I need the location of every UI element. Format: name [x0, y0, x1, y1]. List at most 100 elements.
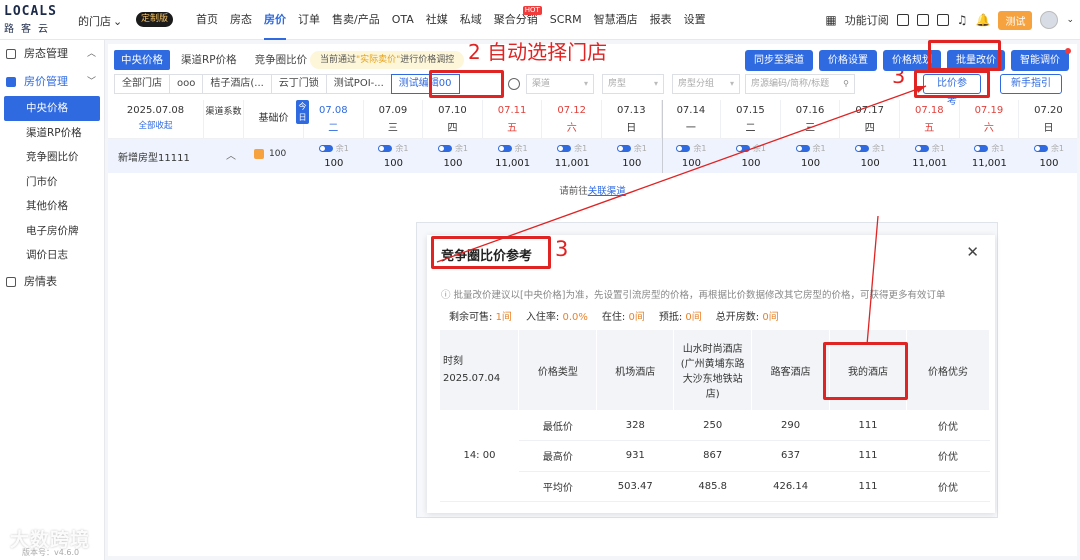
nav-item-1[interactable]: 房态 — [224, 0, 258, 40]
price-cell[interactable]: 余1 100 — [602, 139, 662, 173]
price-cell[interactable]: 余1 100 — [662, 139, 722, 173]
room-type-select[interactable]: 房型 ▾ — [602, 74, 664, 94]
store-chip-4[interactable]: 测试POI-... — [325, 74, 392, 94]
toggle-switch[interactable] — [557, 145, 572, 152]
base-price-cell[interactable]: 100 — [254, 149, 286, 159]
action-button-0[interactable]: 同步至渠道 — [745, 50, 813, 71]
sidebar-group-room-status[interactable]: 房态管理 ︿ — [0, 40, 104, 68]
avatar[interactable] — [1040, 11, 1059, 29]
date-column-5[interactable]: 07.13 日 — [602, 100, 662, 138]
store-selector[interactable]: 的门店 ⌄ — [78, 13, 122, 29]
message-icon[interactable] — [896, 14, 909, 26]
action-button-4[interactable]: 智能调价 — [1011, 48, 1071, 71]
chevron-up-icon[interactable]: ︿ — [226, 147, 236, 162]
edit-icon[interactable] — [936, 14, 949, 26]
toggle-switch[interactable] — [318, 145, 333, 152]
nav-item-0[interactable]: 首页 — [190, 0, 224, 40]
nav-item-5[interactable]: OTA — [386, 0, 420, 40]
nav-item-11[interactable]: 报表 — [644, 0, 678, 40]
action-button-1[interactable]: 价格设置 — [819, 50, 877, 71]
price-cell[interactable]: 余1 100 — [364, 139, 424, 173]
price-cell[interactable]: 余1 100 — [1019, 139, 1079, 173]
price-cell[interactable]: 余1 11,001 — [483, 139, 543, 173]
toggle-switch[interactable] — [1033, 145, 1048, 152]
channel-select[interactable]: 渠道 ▾ — [526, 74, 594, 94]
date-column-12[interactable]: 07.20 日 — [1019, 100, 1079, 138]
date-picker-header[interactable]: 2025.07.08 全部收起 — [108, 100, 204, 138]
sidebar-item-2[interactable]: 竞争圈比价 — [0, 145, 104, 170]
price-cell[interactable]: 余1 100 — [304, 139, 364, 173]
date-column-10[interactable]: 07.18 五 — [900, 100, 960, 138]
toggle-switch[interactable] — [735, 145, 750, 152]
toggle-switch[interactable] — [616, 145, 631, 152]
date-column-8[interactable]: 07.16 三 — [781, 100, 841, 138]
sidebar-group-room-report[interactable]: 房情表 — [0, 268, 104, 296]
price-cell[interactable]: 余1 100 — [721, 139, 781, 173]
sidebar-item-0[interactable]: 中央价格 — [4, 96, 100, 121]
room-group-select[interactable]: 房型分组 ▾ — [672, 74, 740, 94]
store-chip-1[interactable]: ooo — [169, 74, 204, 94]
toggle-switch[interactable] — [676, 145, 691, 152]
price-cell[interactable]: 余1 100 — [840, 139, 900, 173]
nav-item-12[interactable]: 设置 — [678, 0, 712, 40]
selected-date[interactable]: 2025.07.08 — [108, 105, 203, 116]
date-column-4[interactable]: 07.12 六 — [542, 100, 602, 138]
sidebar-item-1[interactable]: 渠道RP价格 — [0, 121, 104, 146]
new-user-guide-button[interactable]: 新手指引 — [1000, 74, 1062, 94]
notice-highlight[interactable]: "实际卖价" — [356, 55, 400, 65]
date-column-1[interactable]: 07.09 三 — [364, 100, 424, 138]
chevron-down-icon[interactable]: ⌄ — [1066, 15, 1074, 25]
price-cell[interactable]: 余1 11,001 — [542, 139, 602, 173]
nav-item-6[interactable]: 社媒 — [420, 0, 454, 40]
sidebar-item-5[interactable]: 电子房价牌 — [0, 219, 104, 244]
gear-icon[interactable] — [508, 78, 520, 90]
headset-icon[interactable]: ♫ — [957, 13, 968, 27]
toggle-switch[interactable] — [855, 145, 870, 152]
date-column-2[interactable]: 07.10 四 — [423, 100, 483, 138]
price-cell[interactable]: 余1 100 — [781, 139, 841, 173]
toggle-switch[interactable] — [974, 145, 989, 152]
listing-search-input[interactable]: 房源编码/简称/标题 ⚲ — [745, 74, 855, 94]
nav-item-3[interactable]: 订单 — [292, 0, 326, 40]
store-chip-2[interactable]: 桔子酒店(... — [202, 74, 272, 94]
date-column-0[interactable]: 07.08 二 — [304, 100, 364, 138]
date-column-3[interactable]: 07.11 五 — [483, 100, 543, 138]
date-column-11[interactable]: 07.19 六 — [960, 100, 1020, 138]
price-cell[interactable]: 余1 11,001 — [900, 139, 960, 173]
sidebar-group-price[interactable]: 房价管理 ﹀ — [0, 68, 104, 96]
store-chip-3[interactable]: 云丁门锁 — [270, 74, 327, 94]
price-cell[interactable]: 余1 100 — [423, 139, 483, 173]
search-icon[interactable]: ⚲ — [843, 75, 849, 93]
tab-1[interactable]: 渠道RP价格 — [174, 50, 244, 70]
sidebar-item-6[interactable]: 调价日志 — [0, 243, 104, 268]
bell-icon[interactable]: 🔔 — [976, 13, 991, 27]
test-env-button[interactable]: 测试 — [998, 10, 1033, 30]
nav-item-2[interactable]: 房价 — [258, 0, 292, 40]
toggle-switch[interactable] — [378, 145, 393, 152]
link-channel-link[interactable]: 关联渠道 — [588, 186, 626, 197]
date-column-6[interactable]: 07.14 一 — [662, 100, 722, 138]
toggle-switch[interactable] — [437, 145, 452, 152]
locals-logo[interactable]: LOCALS 路客云 — [4, 4, 74, 35]
toggle-switch[interactable] — [795, 145, 810, 152]
nav-item-10[interactable]: 智慧酒店 — [588, 0, 644, 40]
tab-0[interactable]: 中央价格 — [114, 50, 170, 70]
nav-item-7[interactable]: 私域 — [454, 0, 488, 40]
nav-item-9[interactable]: SCRM — [544, 0, 588, 40]
subscription-link[interactable]: 功能订阅 — [845, 12, 889, 28]
date-column-7[interactable]: 07.15 二 — [721, 100, 781, 138]
close-icon[interactable]: ✕ — [966, 243, 979, 261]
nav-item-8[interactable]: 聚合分销 HOT — [488, 0, 544, 40]
toggle-switch[interactable] — [497, 145, 512, 152]
tab-2[interactable]: 竞争圈比价 — [248, 50, 315, 70]
price-cell[interactable]: 余1 11,001 — [960, 139, 1020, 173]
toggle-switch[interactable] — [914, 145, 929, 152]
sidebar-item-3[interactable]: 门市价 — [0, 170, 104, 195]
grid-icon[interactable]: ▦ — [825, 13, 836, 27]
collapse-all-link[interactable]: 全部收起 — [108, 119, 203, 131]
date-column-9[interactable]: 07.17 四 — [840, 100, 900, 138]
store-chip-0[interactable]: 全部门店 — [114, 74, 170, 94]
sidebar-item-4[interactable]: 其他价格 — [0, 194, 104, 219]
checklist-icon[interactable] — [916, 14, 929, 26]
nav-item-4[interactable]: 售卖/产品 — [326, 0, 386, 40]
